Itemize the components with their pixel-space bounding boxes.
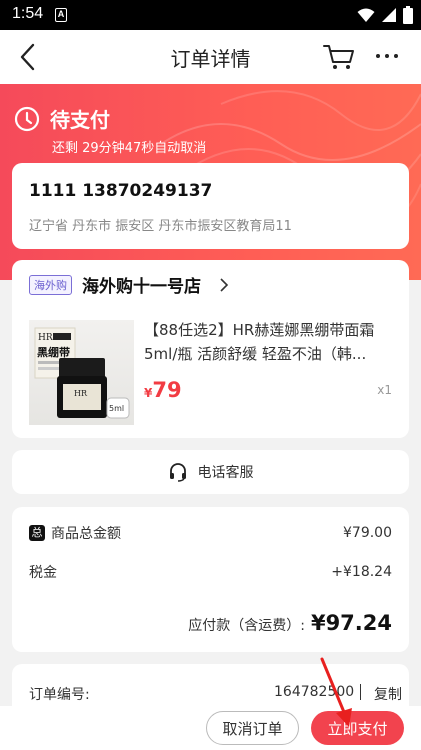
payable-label: 应付款（含运费）: [188,618,305,634]
service-label: 电话客服 [197,465,254,481]
nav-bar: 订单详情 [0,30,421,84]
divider [360,684,361,700]
status-bar: 1:54 A [0,0,421,30]
tax-row: 税金 +¥18.24 [29,562,392,582]
tax-label: 税金 [29,565,57,581]
product-title[interactable]: 【88任选2】HR赫莲娜黑绷带面霜5ml/瓶 活颜舒缓 轻盈不油（韩... [144,318,394,366]
service-button[interactable]: 电话客服 [12,462,409,482]
product-image[interactable]: HR 黑绷带 HR 5ml [29,320,134,425]
receiver-name-phone: 1111 13870249137 [29,181,213,201]
price-value: 79 [152,378,182,402]
bottom-action-bar: 取消订单 立即支付 [0,706,421,750]
chevron-right-icon[interactable] [219,278,229,292]
pay-status-row: 待支付 [14,104,110,133]
address-card[interactable]: 1111 13870249137 辽宁省 丹东市 振安区 丹东市振安区教育局11 [12,163,409,249]
shop-card: 海外购 海外购十一号店 HR 黑绷带 HR 5ml 【88任选2】HR赫莲娜黑绷… [12,260,409,438]
notification-icon: A [55,8,67,22]
img-text: 黑绷带 [37,345,70,359]
wifi-icon [357,8,375,22]
product-price: ¥ 79 [144,378,182,402]
cart-icon[interactable] [322,42,356,72]
img-badge: 5ml [109,404,124,413]
goods-total-value: ¥79.00 [343,525,392,541]
status-icons [357,6,413,24]
product-quantity: x1 [377,383,392,397]
battery-icon [403,6,413,24]
totals-card: 总 商品总金额 ¥79.00 税金 +¥18.24 应付款（含运费）: ¥97.… [12,507,409,652]
copy-button[interactable]: 复制 [374,684,402,704]
more-icon[interactable] [376,54,398,58]
cancel-order-button[interactable]: 取消订单 [206,711,299,745]
img-brand: HR [38,333,53,343]
signal-icon [382,8,396,22]
customer-service-card[interactable]: 电话客服 [12,450,409,494]
pay-now-button[interactable]: 立即支付 [311,711,404,745]
pay-status-label: 待支付 [50,108,110,132]
clock-icon [14,106,40,131]
status-time: 1:54 [12,5,44,22]
overseas-tag: 海外购 [29,275,72,295]
shop-name[interactable]: 海外购十一号店 [82,272,201,297]
goods-total-row: 总 商品总金额 ¥79.00 [29,523,392,543]
address-detail: 辽宁省 丹东市 振安区 丹东市振安区教育局11 [29,219,292,234]
price-currency: ¥ [144,386,153,400]
payable-amount: ¥97.24 [310,611,392,635]
payable-row: 应付款（含运费）: ¥97.24 [188,611,392,635]
tax-value: +¥18.24 [331,564,392,580]
headset-icon [169,463,186,482]
total-badge-icon: 总 [29,525,45,541]
order-number-label: 订单编号: [29,687,90,703]
svg-text:HR: HR [74,389,88,398]
product-illustration: HR 黑绷带 HR 5ml [34,327,130,419]
page-title: 订单详情 [170,47,251,71]
order-number: 164782500 [274,684,355,700]
goods-total-label: 商品总金额 [51,526,121,542]
countdown-text: 还剩 29分钟47秒自动取消 [52,141,207,156]
